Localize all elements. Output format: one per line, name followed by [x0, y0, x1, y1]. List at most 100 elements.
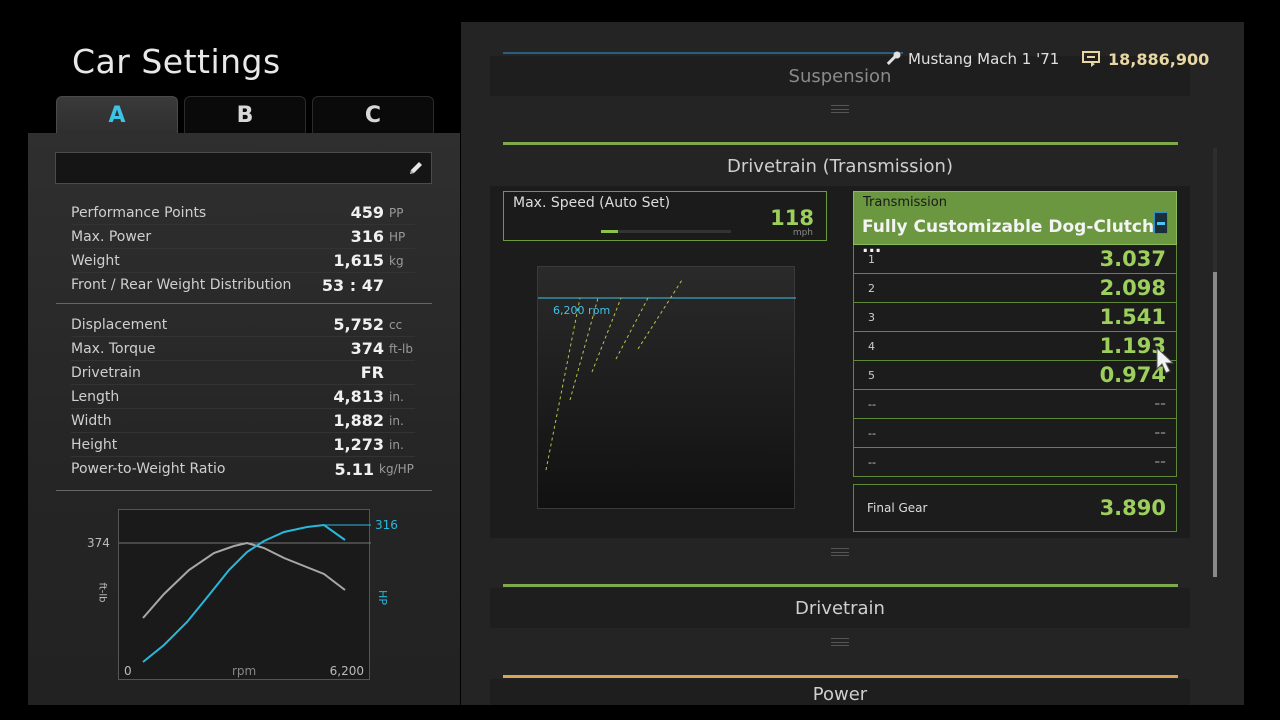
section-power[interactable]: Power [490, 679, 1190, 705]
spec-label: Drivetrain [71, 364, 141, 381]
section-accent-line [503, 584, 1178, 587]
gear-row-3[interactable]: 3 1.541 [853, 303, 1177, 332]
spec-label: Front / Rear Weight Distribution [71, 277, 292, 293]
final-gear-label: Final Gear [867, 501, 928, 515]
gear-row-6: -- -- [853, 390, 1177, 419]
spec-unit: in. [389, 413, 404, 428]
section-drivetrain-transmission[interactable]: Drivetrain (Transmission) [490, 146, 1190, 186]
spec-value: 316 [350, 227, 384, 246]
collapse-handle[interactable] [831, 105, 849, 113]
pencil-icon[interactable] [406, 158, 426, 178]
gear-number: 4 [868, 339, 875, 353]
torque-axis-label: ft-lb [96, 582, 108, 603]
max-speed-slider-fill [601, 230, 618, 233]
gear-row-5[interactable]: 5 0.974 [853, 361, 1177, 390]
spec-row-max-torque: Max. Torque 374 ft-lb [71, 337, 415, 361]
spec-unit: PP [389, 205, 404, 220]
gear-ratio: -- [1154, 454, 1166, 470]
credits-display: 18,886,900 [1082, 49, 1209, 69]
spec-unit: HP [389, 229, 406, 244]
spec-label: Power-to-Weight Ratio [71, 461, 226, 477]
spec-row-weight: Weight 1,615 kg [71, 249, 415, 273]
credits-value: 18,886,900 [1108, 49, 1210, 69]
rpm-limit-label: 6,200 rpm [553, 304, 611, 317]
spec-label: Max. Torque [71, 340, 156, 357]
transmission-selector[interactable]: Transmission Fully Customizable Dog-Clut… [853, 191, 1177, 257]
transmission-icon [1154, 212, 1168, 234]
spec-row-power-to-weight: Power-to-Weight Ratio 5.11 kg/HP [71, 457, 415, 481]
gear-ratio-list: 1 3.037 2 2.098 3 1.541 4 1.193 5 0.974 … [853, 245, 1177, 477]
spec-unit: kg/HP [379, 462, 414, 476]
header-line [503, 52, 903, 54]
gear-number: -- [868, 397, 876, 411]
collapse-handle[interactable] [831, 638, 849, 646]
spec-value: 4,813 [333, 387, 384, 406]
spec-label: Length [71, 388, 120, 405]
torque-max-label: 374 [87, 536, 110, 550]
spec-row-max-power: Max. Power 316 HP [71, 225, 415, 249]
divider [56, 303, 432, 304]
tab-a[interactable]: A [56, 96, 178, 134]
spec-row-displacement: Displacement 5,752 cc [71, 313, 415, 337]
gear-row-4[interactable]: 4 1.193 [853, 332, 1177, 361]
settings-detail-panel: Suspension Drivetrain (Transmission) Max… [461, 22, 1244, 705]
spec-value: 374 [350, 339, 384, 358]
mouse-cursor-icon [1156, 347, 1175, 374]
tab-c[interactable]: C [312, 96, 434, 134]
settings-tabs: A B C [56, 96, 434, 134]
max-speed-box[interactable]: Max. Speed (Auto Set) 118 mph [503, 191, 827, 241]
collapse-handle[interactable] [831, 548, 849, 556]
spec-row-performance-points: Performance Points 459 PP [71, 201, 415, 225]
transmission-editor: Max. Speed (Auto Set) 118 mph 6,200 rpm … [490, 186, 1190, 538]
power-axis-label: HP [375, 590, 389, 605]
credits-icon [1082, 51, 1100, 67]
spec-label: Width [71, 412, 112, 429]
spec-value: 1,273 [333, 435, 384, 454]
spec-value: FR [360, 363, 384, 382]
spec-unit: ft-lb [389, 341, 413, 356]
divider [56, 490, 432, 491]
settings-name-field[interactable] [55, 152, 432, 184]
spec-label: Max. Power [71, 228, 152, 245]
x-max-label: 6,200 [329, 664, 364, 678]
spec-label: Displacement [71, 316, 168, 333]
gear-number: 5 [868, 368, 875, 382]
gear-row-2[interactable]: 2 2.098 [853, 274, 1177, 303]
spec-value: 1,615 [333, 251, 384, 270]
spec-unit: cc [389, 317, 403, 332]
section-drivetrain[interactable]: Drivetrain [490, 588, 1190, 628]
spec-row-height: Height 1,273 in. [71, 433, 415, 457]
spec-row-drivetrain: Drivetrain FR [71, 361, 415, 385]
final-gear-box[interactable]: Final Gear 3.890 [853, 484, 1177, 532]
gear-ratio-graph: 6,200 rpm [537, 266, 796, 509]
key-icon [886, 51, 901, 65]
spec-row-width: Width 1,882 in. [71, 409, 415, 433]
gear-row-7: -- -- [853, 419, 1177, 448]
spec-unit: in. [389, 437, 404, 452]
max-speed-value: 118 [770, 206, 814, 230]
car-name-display: Mustang Mach 1 '71 [884, 49, 1059, 69]
spec-row-weight-distribution: Front / Rear Weight Distribution 53 : 47 [71, 273, 415, 297]
spec-label: Performance Points [71, 204, 207, 221]
spec-group-dimensions: Displacement 5,752 cc Max. Torque 374 ft… [71, 313, 415, 481]
max-speed-unit: mph [792, 228, 813, 238]
spec-row-length: Length 4,813 in. [71, 385, 415, 409]
section-accent-line [503, 675, 1178, 678]
car-name: Mustang Mach 1 '71 [908, 50, 1060, 68]
power-torque-graph: 0 rpm 6,200 [118, 509, 371, 680]
gear-ratio: 2.098 [1099, 276, 1166, 300]
gear-row-8: -- -- [853, 448, 1177, 477]
car-spec-panel: Performance Points 459 PP Max. Power 316… [28, 133, 460, 705]
gear-ratio: 1.541 [1099, 305, 1166, 329]
section-power-label: Power [812, 684, 868, 705]
max-speed-slider[interactable] [601, 230, 731, 233]
gear-ratio: -- [1154, 425, 1166, 441]
tab-b[interactable]: B [184, 96, 306, 134]
spec-unit: in. [389, 389, 404, 404]
section-accent-line [503, 142, 1178, 145]
gear-5-line [637, 279, 683, 350]
scrollbar-thumb[interactable] [1213, 272, 1217, 577]
gear-row-1[interactable]: 1 3.037 [853, 245, 1177, 274]
transmission-label: Transmission [863, 195, 947, 210]
gear-ratio: -- [1154, 396, 1166, 412]
